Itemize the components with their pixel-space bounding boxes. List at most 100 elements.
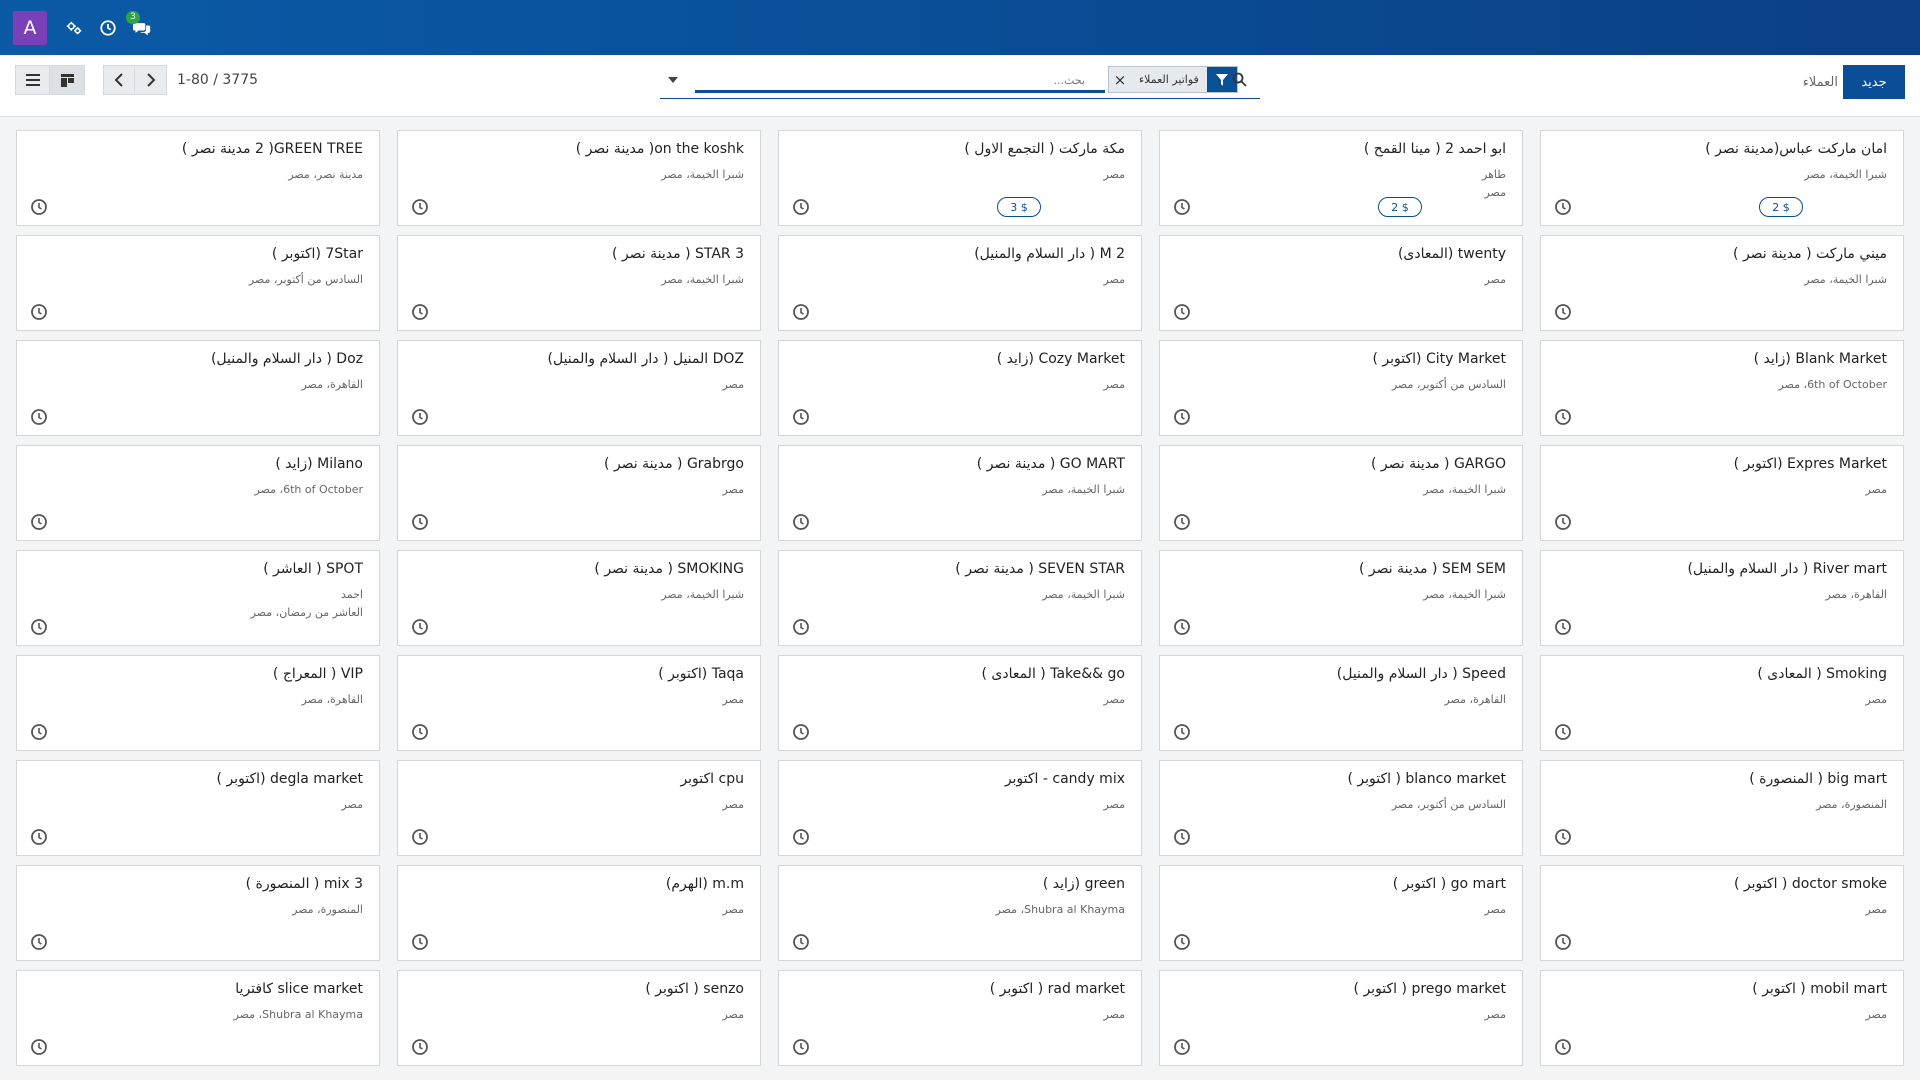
customer-card[interactable]: GO MART ( مدينة نصر ) شبرا الخيمة، مصر (778, 445, 1142, 541)
settings-icon[interactable] (64, 18, 84, 38)
customer-card[interactable]: m.m (الهرم) مصر (397, 865, 761, 961)
activity-clock-icon[interactable] (411, 1038, 429, 1056)
customer-card[interactable]: River mart ( دار السلام والمنيل) القاهرة،… (1540, 550, 1904, 646)
customer-card[interactable]: SPOT ( العاشر ) احمد العاشر من رمضان، مصر (16, 550, 380, 646)
activity-clock-icon[interactable] (30, 933, 48, 951)
customer-card[interactable]: GREEN TREE( 2 مدينة نصر ) مدينة نصر، مصر (16, 130, 380, 226)
activity-clock-icon[interactable] (411, 303, 429, 321)
activity-clock-icon[interactable] (792, 303, 810, 321)
pager-value[interactable]: 1-80 / 3775 (177, 72, 258, 88)
customer-card[interactable]: Speed ( دار السلام والمنيل) القاهرة، مصر (1159, 655, 1523, 751)
activity-clock-icon[interactable] (30, 723, 48, 741)
customer-card[interactable]: cpu اكتوبر مصر (397, 760, 761, 856)
customer-card[interactable]: go mart ( اكتوبر ) مصر (1159, 865, 1523, 961)
activity-clock-icon[interactable] (1173, 933, 1191, 951)
activity-clock-icon[interactable] (30, 618, 48, 636)
activity-clock-icon[interactable] (1554, 513, 1572, 531)
activity-clock-icon[interactable] (30, 198, 48, 216)
activity-clock-icon[interactable] (411, 513, 429, 531)
activity-clock-icon[interactable] (1173, 303, 1191, 321)
activity-clock-icon[interactable] (411, 198, 429, 216)
activity-clock-icon[interactable] (30, 513, 48, 531)
invoice-badge[interactable]: 2 $ (1759, 197, 1803, 217)
facet-remove-icon[interactable]: × (1109, 67, 1131, 92)
activity-clock-icon[interactable] (30, 828, 48, 846)
customer-card[interactable]: STAR 3 ( مدينة نصر ) شبرا الخيمة، مصر (397, 235, 761, 331)
list-view-button[interactable] (15, 65, 50, 95)
app-avatar[interactable]: A (13, 10, 47, 45)
search-icon[interactable] (1232, 72, 1247, 91)
activity-clock-icon[interactable] (1554, 303, 1572, 321)
customer-card[interactable]: senzo ( اكتوبر ) مصر (397, 970, 761, 1066)
customer-card[interactable]: mobil mart ( اكتوبر ) مصر (1540, 970, 1904, 1066)
customer-card[interactable]: مكة ماركت ( التجمع الاول ) مصر 3 $ (778, 130, 1142, 226)
activity-clock-icon[interactable] (792, 198, 810, 216)
customer-card[interactable]: Cozy Market (زايد ) مصر (778, 340, 1142, 436)
activity-clock-icon[interactable] (30, 408, 48, 426)
customer-card[interactable]: doctor smoke ( اكتوبر ) مصر (1540, 865, 1904, 961)
activity-clock-icon[interactable] (411, 933, 429, 951)
activity-clock-icon[interactable] (1173, 198, 1191, 216)
customer-card[interactable]: SEM SEM ( مدينة نصر ) شبرا الخيمة، مصر (1159, 550, 1523, 646)
customer-card[interactable]: Milano (زايد ) 6th of October، مصر (16, 445, 380, 541)
invoice-badge[interactable]: 3 $ (997, 197, 1041, 217)
customer-card[interactable]: rad market ( اكتوبر ) مصر (778, 970, 1142, 1066)
customer-card[interactable]: Blank Market (زايد ) 6th of October، مصر (1540, 340, 1904, 436)
customer-card[interactable]: mix 3 ( المنصورة ) المنصورة، مصر (16, 865, 380, 961)
activity-clock-icon[interactable] (792, 933, 810, 951)
activity-clock-icon[interactable] (1173, 513, 1191, 531)
clock-icon[interactable] (98, 18, 118, 38)
customer-card[interactable]: Taqa (اكتوبر ) مصر (397, 655, 761, 751)
customer-card[interactable]: امان ماركت عباس(مدينة نصر ) شبرا الخيمة، … (1540, 130, 1904, 226)
customer-card[interactable]: green (زايد ) Shubra al Khayma، مصر (778, 865, 1142, 961)
customer-card[interactable]: SEVEN STAR ( مدينة نصر ) شبرا الخيمة، مصر (778, 550, 1142, 646)
search-options-caret-icon[interactable] (668, 77, 678, 83)
customer-card[interactable]: slice market كافتريا Shubra al Khayma، مص… (16, 970, 380, 1066)
activity-clock-icon[interactable] (1173, 618, 1191, 636)
activity-clock-icon[interactable] (1554, 933, 1572, 951)
customer-card[interactable]: big mart ( المنصورة ) المنصورة، مصر (1540, 760, 1904, 856)
customer-card[interactable]: Take&& go ( المعادى ) مصر (778, 655, 1142, 751)
activity-clock-icon[interactable] (1173, 723, 1191, 741)
activity-clock-icon[interactable] (1173, 408, 1191, 426)
activity-clock-icon[interactable] (1554, 1038, 1572, 1056)
activity-clock-icon[interactable] (411, 618, 429, 636)
activity-clock-icon[interactable] (792, 723, 810, 741)
customer-card[interactable]: 7Star (اكتوبر ) السادس من أكتوبر، مصر (16, 235, 380, 331)
activity-clock-icon[interactable] (1173, 1038, 1191, 1056)
customer-card[interactable]: prego market ( اكتوبر ) مصر (1159, 970, 1523, 1066)
customer-card[interactable]: GARGO ( مدينة نصر ) شبرا الخيمة، مصر (1159, 445, 1523, 541)
activity-clock-icon[interactable] (411, 408, 429, 426)
activity-clock-icon[interactable] (1173, 828, 1191, 846)
activity-clock-icon[interactable] (792, 618, 810, 636)
activity-clock-icon[interactable] (792, 828, 810, 846)
customer-card[interactable]: on the koshk( مدينة نصر ) شبرا الخيمة، مص… (397, 130, 761, 226)
search-input[interactable] (720, 74, 1085, 87)
activity-clock-icon[interactable] (1554, 408, 1572, 426)
activity-clock-icon[interactable] (792, 1038, 810, 1056)
customer-card[interactable]: SMOKING ( مدينة نصر ) شبرا الخيمة، مصر (397, 550, 761, 646)
customer-card[interactable]: DOZ المنيل ( دار السلام والمنيل) مصر (397, 340, 761, 436)
customer-card[interactable]: City Market (اكتوبر ) السادس من أكتوبر، م… (1159, 340, 1523, 436)
customer-card[interactable]: Expres Market (اكتوبر ) مصر (1540, 445, 1904, 541)
new-button[interactable]: جديد (1843, 65, 1905, 99)
customer-card[interactable]: blanco market ( اكتوبر ) السادس من أكتوبر… (1159, 760, 1523, 856)
activity-clock-icon[interactable] (30, 303, 48, 321)
activity-clock-icon[interactable] (1554, 723, 1572, 741)
activity-clock-icon[interactable] (411, 828, 429, 846)
customer-card[interactable]: ميني ماركت ( مدينة نصر ) شبرا الخيمة، مصر (1540, 235, 1904, 331)
customer-card[interactable]: Grabrgo ( مدينة نصر ) مصر (397, 445, 761, 541)
invoice-badge[interactable]: 2 $ (1378, 197, 1422, 217)
customer-card[interactable]: M 2 ( دار السلام والمنيل) مصر (778, 235, 1142, 331)
chat-icon[interactable]: 3 (126, 10, 152, 38)
pager-previous-button[interactable] (103, 65, 135, 95)
activity-clock-icon[interactable] (411, 723, 429, 741)
customer-card[interactable]: ابو احمد 2 ( مينا القمح ) طاهر مصر 2 $ (1159, 130, 1523, 226)
customer-card[interactable]: candy mix - اكتوبر مصر (778, 760, 1142, 856)
activity-clock-icon[interactable] (1554, 618, 1572, 636)
customer-card[interactable]: Smoking ( المعادى ) مصر (1540, 655, 1904, 751)
customer-card[interactable]: twenty (المعادى) مصر (1159, 235, 1523, 331)
activity-clock-icon[interactable] (30, 1038, 48, 1056)
activity-clock-icon[interactable] (792, 408, 810, 426)
customer-card[interactable]: Doz ( دار السلام والمنيل) القاهرة، مصر (16, 340, 380, 436)
